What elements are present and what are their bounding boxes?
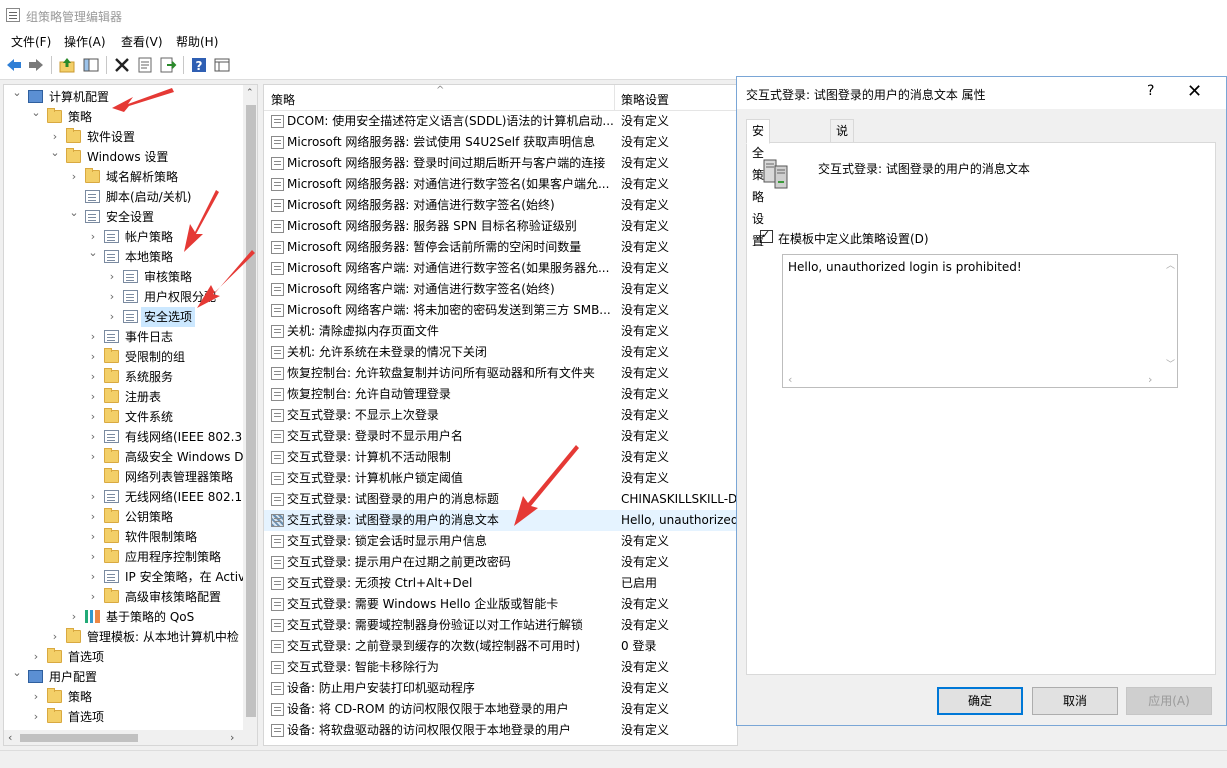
tab-security-policy-setting[interactable]: 安全策略设置 (746, 119, 771, 248)
annotation-arrow-1 (112, 88, 174, 112)
annotation-arrows (112, 88, 579, 526)
annotation-arrow-4 (514, 445, 579, 526)
status-bar (0, 750, 1227, 768)
annotation-arrow-2 (184, 190, 219, 252)
annotation-arrow-3 (197, 250, 255, 308)
